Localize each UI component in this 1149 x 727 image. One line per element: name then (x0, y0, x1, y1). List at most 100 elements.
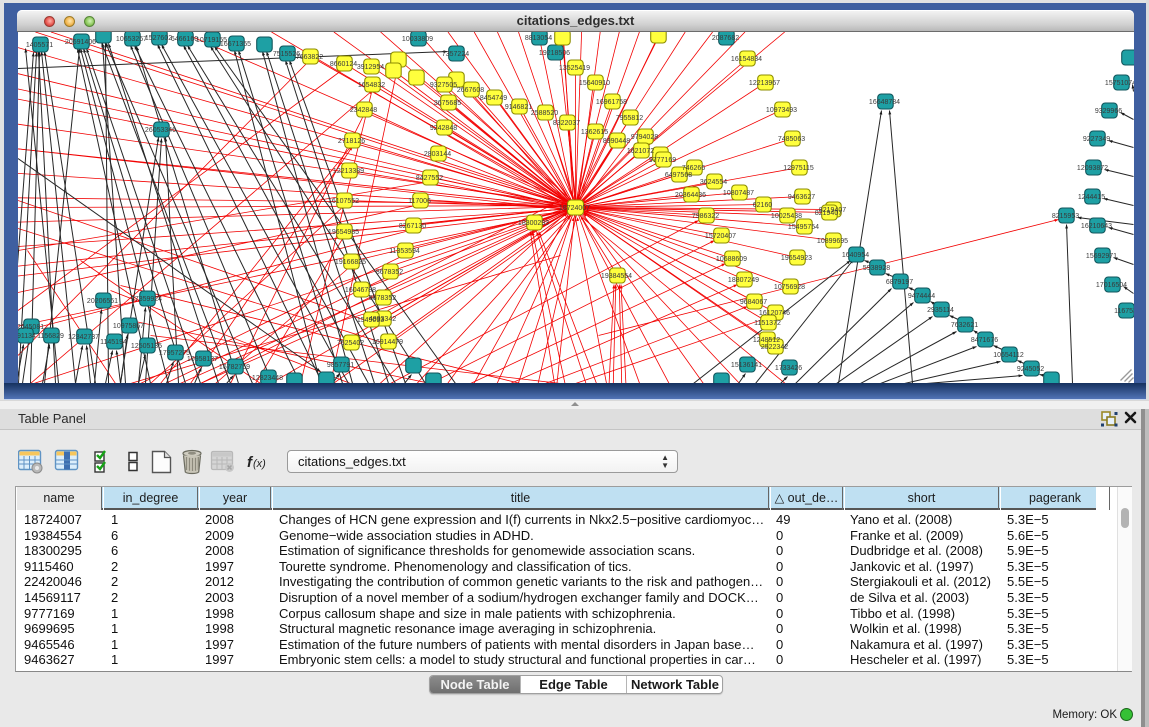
svg-text:3624554: 3624554 (699, 179, 726, 186)
svg-text:9474444: 9474444 (907, 293, 934, 300)
svg-text:16782759: 16782759 (218, 364, 249, 371)
svg-text:5938928: 5938928 (862, 265, 889, 272)
svg-text:16914479: 16914479 (371, 339, 402, 346)
svg-text:7485063: 7485063 (777, 136, 804, 143)
svg-text:8219407: 8219407 (814, 210, 841, 217)
svg-text:62160: 62160 (752, 202, 772, 209)
svg-text:1248512: 1248512 (752, 337, 779, 344)
svg-text:6879197: 6879197 (885, 279, 912, 286)
svg-text:2645081: 2645081 (18, 324, 44, 331)
svg-text:17957275: 17957275 (158, 350, 189, 357)
svg-text:15692971: 15692971 (1085, 253, 1116, 260)
svg-text:2588520: 2588520 (530, 110, 557, 117)
svg-text:8454749: 8454749 (479, 95, 506, 102)
svg-text:9684067: 9684067 (739, 299, 766, 306)
svg-text:16648784: 16648784 (868, 99, 899, 106)
svg-text:116753: 116753 (1114, 308, 1134, 315)
svg-text:8678352: 8678352 (375, 269, 402, 276)
svg-text:12342737: 12342737 (67, 334, 98, 341)
svg-text:16210643: 16210643 (1080, 223, 1111, 230)
svg-text:9329966: 9329966 (1094, 108, 1121, 115)
svg-text:7632621: 7632621 (950, 322, 977, 329)
svg-text:9327505: 9327505 (429, 82, 456, 89)
svg-text:2522342: 2522342 (760, 344, 787, 351)
svg-text:26053346: 26053346 (144, 127, 175, 134)
svg-text:3675685: 3675685 (433, 100, 460, 107)
svg-text:2087682: 2087682 (711, 35, 738, 42)
svg-text:2935114: 2935114 (927, 307, 954, 314)
svg-text:7663822: 7663822 (295, 54, 322, 61)
svg-text:10899695: 10899695 (816, 238, 847, 245)
svg-text:6466160: 6466160 (170, 36, 197, 43)
svg-text:8427552: 8427552 (415, 175, 442, 182)
svg-text:9857791: 9857791 (326, 362, 353, 369)
svg-text:10975867: 10975867 (112, 323, 143, 330)
svg-text:9794028: 9794028 (630, 134, 657, 141)
svg-text:8322037: 8322037 (552, 120, 579, 127)
svg-text:1733426: 1733426 (774, 365, 801, 372)
svg-text:9227349: 9227349 (1082, 136, 1109, 143)
svg-text:12823448: 12823448 (251, 375, 282, 382)
svg-text:12093872: 12093872 (1076, 165, 1107, 172)
svg-text:4893342: 4893342 (368, 316, 395, 323)
svg-text:1621072: 1621072 (626, 148, 653, 155)
svg-text:7357224: 7357224 (441, 51, 468, 58)
svg-text:2667608: 2667608 (456, 87, 483, 94)
svg-text:1640954: 1640954 (841, 252, 868, 259)
svg-text:(x): (x) (253, 458, 266, 470)
svg-text:11353594: 11353594 (389, 248, 420, 255)
svg-text:9463627: 9463627 (787, 194, 814, 201)
svg-text:6497568: 6497568 (664, 172, 691, 179)
svg-text:19654923: 19654923 (780, 255, 811, 262)
svg-text:7955812: 7955812 (615, 115, 642, 122)
svg-text:13525419: 13525419 (558, 65, 589, 72)
svg-text:9146821: 9146821 (504, 104, 531, 111)
svg-text:12213389: 12213389 (332, 168, 363, 175)
svg-text:10807487: 10807487 (722, 190, 753, 197)
svg-text:7625402: 7625402 (336, 340, 363, 347)
svg-text:15136141: 15136141 (730, 362, 761, 369)
svg-text:16120746: 16120746 (758, 310, 789, 317)
svg-text:8660124: 8660124 (329, 61, 356, 68)
svg-text:18300293: 18300293 (517, 220, 548, 227)
svg-text:1527602: 1527602 (144, 35, 171, 42)
svg-text:19654985: 19654985 (327, 229, 358, 236)
svg-text:3912954: 3912954 (356, 64, 383, 71)
svg-text:8678352: 8678352 (368, 295, 395, 302)
svg-text:16107552: 16107552 (327, 198, 358, 205)
svg-text:12213967: 12213967 (748, 80, 779, 87)
svg-text:10025438: 10025438 (770, 213, 801, 220)
svg-text:2342848: 2342848 (349, 107, 376, 114)
svg-text:16046788: 16046788 (344, 287, 375, 294)
svg-text:12975115: 12975115 (783, 165, 814, 172)
svg-text:10654112: 10654112 (993, 352, 1024, 359)
svg-text:1654832: 1654832 (357, 82, 384, 89)
svg-text:7986322: 7986322 (691, 213, 718, 220)
svg-text:8267130: 8267130 (398, 223, 425, 230)
svg-text:391134: 391134 (18, 333, 36, 340)
svg-text:15640910: 15640910 (578, 80, 609, 87)
svg-text:1244415: 1244415 (1077, 194, 1104, 201)
svg-text:16961758: 16961758 (595, 99, 626, 106)
svg-text:18724007: 18724007 (558, 205, 589, 212)
svg-text:746266: 746266 (681, 165, 704, 172)
svg-text:8813054: 8813054 (524, 35, 551, 42)
svg-text:10958137: 10958137 (186, 356, 217, 363)
svg-text:15495754: 15495754 (787, 224, 818, 231)
svg-text:20206561: 20206561 (86, 298, 117, 305)
svg-text:1362615: 1362615 (580, 129, 607, 136)
svg-text:10653267: 10653267 (115, 36, 146, 43)
svg-text:15751074: 15751074 (1104, 80, 1134, 87)
svg-text:1145194: 1145194 (100, 339, 127, 346)
svg-text:1156829: 1156829 (37, 333, 64, 340)
svg-text:12505135: 12505135 (130, 343, 161, 350)
svg-text:18807249: 18807249 (727, 277, 758, 284)
svg-text:20691406: 20691406 (64, 39, 95, 46)
svg-text:1151372: 1151372 (754, 320, 781, 327)
svg-text:8471676: 8471676 (970, 337, 997, 344)
svg-text:19166825: 19166825 (334, 259, 365, 266)
svg-text:8215953: 8215953 (1051, 213, 1078, 220)
svg-text:9245052: 9245052 (1016, 366, 1043, 373)
svg-text:10756928: 10756928 (773, 284, 804, 291)
svg-text:2718126: 2718126 (337, 138, 364, 145)
